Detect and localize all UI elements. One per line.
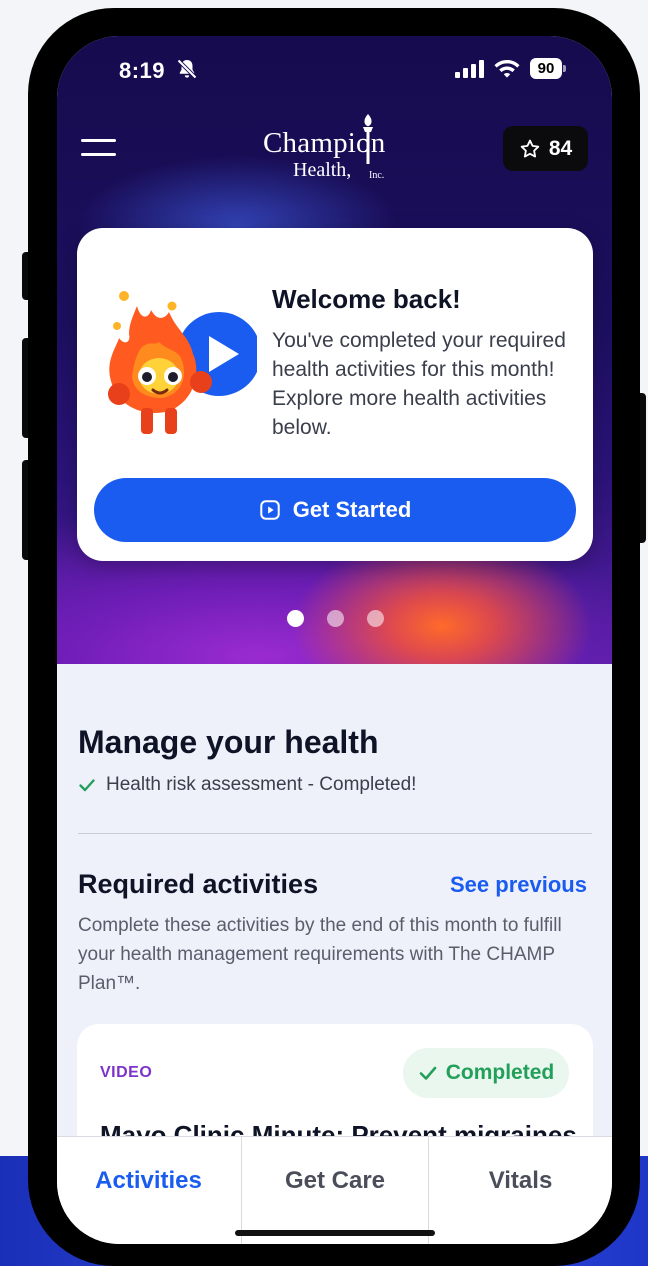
activity-type-tag: VIDEO [100,1064,153,1081]
welcome-card: Welcome back! You've completed your requ… [77,228,593,561]
checkmark-icon [79,779,95,792]
hamburger-menu-icon[interactable] [81,137,117,161]
hra-status: Health risk assessment - Completed! [78,774,416,796]
battery-level: 90 [530,58,562,79]
home-indicator[interactable] [235,1230,435,1236]
carousel-pagination [283,610,393,628]
get-started-label: Get Started [292,497,412,522]
section-divider [78,833,592,834]
star-outline-icon [520,139,540,157]
champion-health-logo: Champion Health, Inc. [257,112,417,192]
bottom-tab-bar: Activities Get Care Vitals [57,1136,612,1244]
logo-suffix: Inc. [369,170,385,181]
points-value: 84 [548,136,573,160]
page: 8:19 90 Champion Health, Inc. 84 Welcome… [0,0,648,1266]
welcome-title: Welcome back! [272,284,461,314]
tab-get-care[interactable]: Get Care [241,1137,429,1244]
tab-vitals[interactable]: Vitals [429,1137,612,1244]
get-started-button[interactable]: Get Started [94,478,576,542]
manage-health-title: Manage your health [78,724,379,760]
tab-activities[interactable]: Activities [57,1137,240,1244]
flame-mascot-play-illustration [108,291,257,434]
welcome-body: You've completed your required health ac… [272,329,566,439]
carousel-dot-3[interactable] [367,610,384,627]
wifi-icon [494,60,520,78]
play-square-icon [259,500,280,520]
hra-status-text: Health risk assessment - Completed! [106,774,417,795]
completed-badge-label: Completed [445,1061,555,1084]
checkmark-icon [419,1066,437,1080]
carousel-dot-2[interactable] [327,610,344,627]
hero-section: 8:19 90 Champion Health, Inc. 84 Welcome… [57,36,612,664]
see-previous-link[interactable]: See previous [450,872,587,898]
points-badge[interactable]: 84 [503,126,588,171]
battery-indicator: 90 [530,58,566,80]
logo-line2: Health, [293,159,352,181]
required-activities-title: Required activities [78,869,319,899]
completed-badge: Completed [403,1048,569,1098]
app-screen: 8:19 90 Champion Health, Inc. 84 Welcome… [57,36,612,1244]
status-time: 8:19 [119,58,166,83]
battery-tip [563,65,566,72]
bell-slash-icon [177,59,197,79]
carousel-dot-1[interactable] [287,610,304,627]
torch-icon [363,114,373,164]
cellular-signal-icon [455,60,484,78]
required-activities-description: Complete these activities by the end of … [78,915,562,994]
